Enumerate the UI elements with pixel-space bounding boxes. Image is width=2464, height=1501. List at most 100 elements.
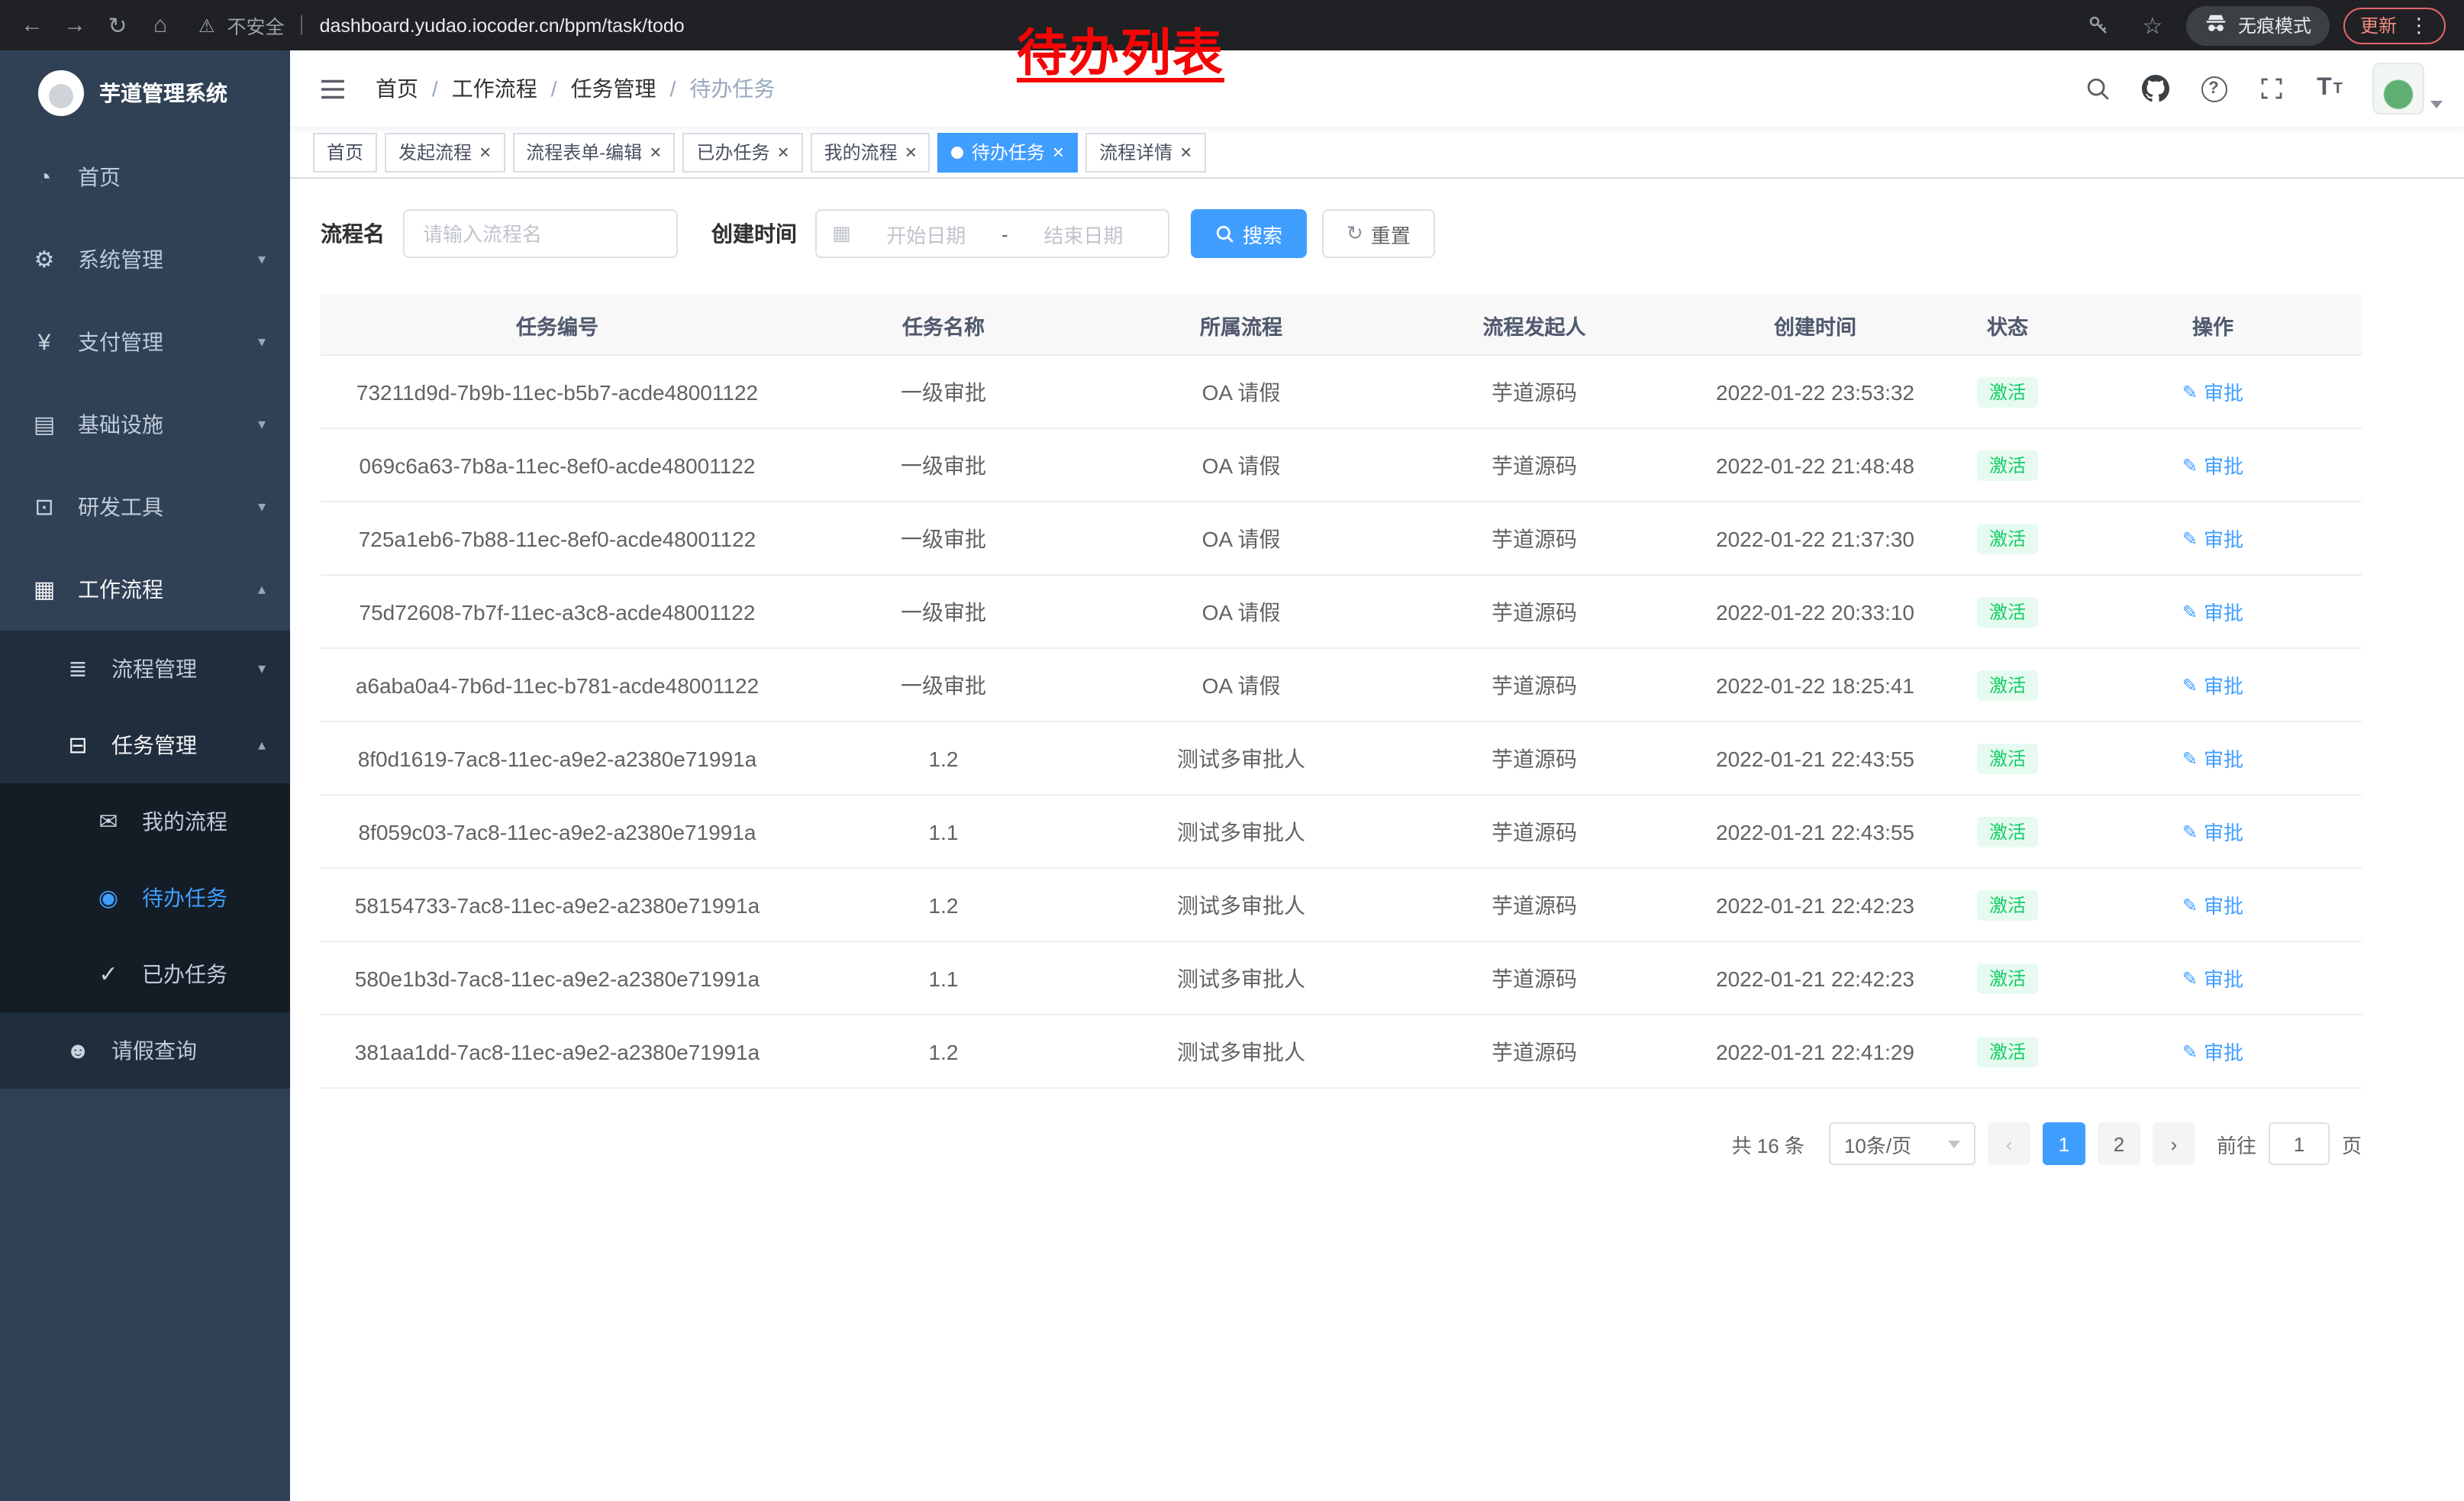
approve-button[interactable]: ✎ 审批 [2182, 670, 2243, 699]
tab-close-icon[interactable]: × [777, 142, 789, 162]
tab-0[interactable]: 首页 [313, 132, 377, 172]
tab-5[interactable]: 待办任务 × [938, 132, 1078, 172]
next-page-button[interactable]: › [2153, 1122, 2195, 1165]
goto-label: 前往 [2217, 1129, 2256, 1158]
tab-close-icon[interactable]: × [479, 142, 491, 162]
calendar-icon: ▦ [832, 221, 851, 246]
status-badge: 激活 [1977, 596, 2038, 627]
status-badge: 激活 [1977, 523, 2038, 554]
status-badge: 激活 [1977, 743, 2038, 773]
table-row: 8f0d1619-7ac8-11ec-a9e2-a2380e71991a 1.2… [321, 722, 2362, 796]
page-buttons: 12 [2043, 1122, 2140, 1165]
breadcrumb-item-2[interactable]: 任务管理 [571, 73, 656, 104]
avatar[interactable] [2372, 63, 2424, 115]
edit-icon: ✎ [2182, 601, 2198, 622]
tab-3[interactable]: 已办任务 × [682, 132, 802, 172]
tab-1[interactable]: 发起流程 × [385, 132, 505, 172]
approve-button[interactable]: ✎ 审批 [2182, 890, 2243, 919]
breadcrumb-item-1[interactable]: 工作流程 [452, 73, 537, 104]
back-icon[interactable]: ← [12, 5, 52, 45]
github-icon[interactable] [2128, 61, 2183, 116]
fullscreen-icon[interactable] [2244, 61, 2299, 116]
chevron-down-icon [2430, 101, 2443, 108]
approve-button[interactable]: ✎ 审批 [2182, 964, 2243, 993]
approve-button[interactable]: ✎ 审批 [2182, 450, 2243, 479]
sidebar-item-5[interactable]: ▦ 工作流程 ▴ [0, 548, 290, 631]
edit-icon: ✎ [2182, 381, 2198, 402]
home-icon[interactable]: ⌂ [140, 5, 180, 45]
sidebar-item-8[interactable]: ✉ 我的流程 [0, 783, 290, 860]
sidebar-item-4[interactable]: ⊡ 研发工具 ▾ [0, 466, 290, 548]
table-row: 381aa1dd-7ac8-11ec-a9e2-a2380e71991a 1.2… [321, 1015, 2362, 1089]
menu-dots-icon[interactable]: ⋮ [2409, 13, 2429, 37]
key-icon[interactable] [2079, 5, 2119, 45]
forward-icon[interactable]: → [55, 5, 95, 45]
approve-button[interactable]: ✎ 审批 [2182, 817, 2243, 846]
incognito-icon [2204, 13, 2227, 37]
tab-bar: 首页 发起流程 × 流程表单-编辑 × 已办任务 × 我的流程 × 待办任务 ×… [290, 127, 2464, 179]
page-content: 流程名 创建时间 ▦ 开始日期 - 结束日期 搜索 ↻ [290, 179, 2464, 1501]
chevron-down-icon: ▾ [258, 251, 266, 268]
sidebar-toggle-icon[interactable] [311, 67, 354, 110]
column-header-0: 任务编号 [321, 309, 794, 340]
address-divider [302, 15, 303, 35]
process-name-input[interactable] [403, 209, 678, 258]
sidebar-item-7[interactable]: ⊟ 任务管理 ▴ [0, 707, 290, 783]
chevron-up-icon: ▴ [258, 581, 266, 598]
table-body: 73211d9d-7b9b-11ec-b5b7-acde48001122 一级审… [321, 356, 2362, 1089]
tab-4[interactable]: 我的流程 × [811, 132, 930, 172]
user-menu[interactable] [2372, 63, 2443, 115]
font-size-icon[interactable]: T T [2302, 61, 2357, 116]
status-badge: 激活 [1977, 1036, 2038, 1067]
reload-icon[interactable]: ↻ [98, 5, 137, 45]
help-icon[interactable]: ? [2186, 61, 2241, 116]
approve-button[interactable]: ✎ 审批 [2182, 377, 2243, 406]
reset-button[interactable]: ↻ 重置 [1322, 209, 1435, 258]
approve-button[interactable]: ✎ 审批 [2182, 744, 2243, 773]
page-button-1[interactable]: 1 [2043, 1122, 2085, 1165]
sidebar-item-9[interactable]: ◉ 待办任务 [0, 860, 290, 936]
update-label: 更新 [2360, 12, 2397, 38]
sidebar-item-11[interactable]: ☻ 请假查询 [0, 1012, 290, 1089]
create-time-label: 创建时间 [711, 218, 797, 249]
app-logo [38, 70, 84, 116]
table-row: 069c6a63-7b8a-11ec-8ef0-acde48001122 一级审… [321, 429, 2362, 502]
approve-button[interactable]: ✎ 审批 [2182, 524, 2243, 553]
column-header-5: 状态 [1951, 309, 2064, 340]
column-header-2: 所属流程 [1093, 309, 1389, 340]
address-bar[interactable]: ⚠ 不安全 dashboard.yudao.iocoder.cn/bpm/tas… [183, 5, 2076, 45]
goto-page: 前往 页 [2217, 1122, 2362, 1165]
search-button[interactable]: 搜索 [1191, 209, 1307, 258]
column-header-6: 操作 [2064, 309, 2362, 340]
breadcrumb-separator: / [670, 76, 676, 101]
status-badge: 激活 [1977, 450, 2038, 480]
sidebar-item-6[interactable]: ≣ 流程管理 ▾ [0, 631, 290, 707]
tab-close-icon[interactable]: × [650, 142, 661, 162]
tab-6[interactable]: 流程详情 × [1085, 132, 1205, 172]
sidebar-item-10[interactable]: ✓ 已办任务 [0, 936, 290, 1012]
total-count: 共 16 条 [1732, 1129, 1804, 1158]
tab-close-icon[interactable]: × [1180, 142, 1192, 162]
goto-page-input[interactable] [2269, 1122, 2330, 1165]
update-button[interactable]: 更新 ⋮ [2343, 7, 2446, 44]
prev-page-button[interactable]: ‹ [1988, 1122, 2030, 1165]
search-icon[interactable] [2070, 61, 2125, 116]
approve-button[interactable]: ✎ 审批 [2182, 597, 2243, 626]
status-badge: 激活 [1977, 816, 2038, 847]
tab-close-icon[interactable]: × [1053, 142, 1064, 162]
sidebar-item-3[interactable]: ▤ 基础设施 ▾ [0, 383, 290, 466]
refresh-icon: ↻ [1346, 221, 1363, 246]
page-size-select[interactable]: 10条/页 [1829, 1122, 1975, 1165]
sidebar-item-1[interactable]: ⚙ 系统管理 ▾ [0, 218, 290, 301]
breadcrumb-item-0[interactable]: 首页 [376, 73, 418, 104]
page-button-2[interactable]: 2 [2098, 1122, 2140, 1165]
sidebar-item-2[interactable]: ¥ 支付管理 ▾ [0, 301, 290, 383]
star-icon[interactable]: ☆ [2133, 5, 2172, 45]
workflow-icon: ▦ [31, 576, 58, 603]
tab-close-icon[interactable]: × [905, 142, 917, 162]
approve-button[interactable]: ✎ 审批 [2182, 1037, 2243, 1066]
date-range-picker[interactable]: ▦ 开始日期 - 结束日期 [815, 209, 1169, 258]
column-header-1: 任务名称 [794, 309, 1093, 340]
tab-2[interactable]: 流程表单-编辑 × [512, 132, 675, 172]
sidebar-item-0[interactable]: ◔ 首页 [0, 136, 290, 218]
